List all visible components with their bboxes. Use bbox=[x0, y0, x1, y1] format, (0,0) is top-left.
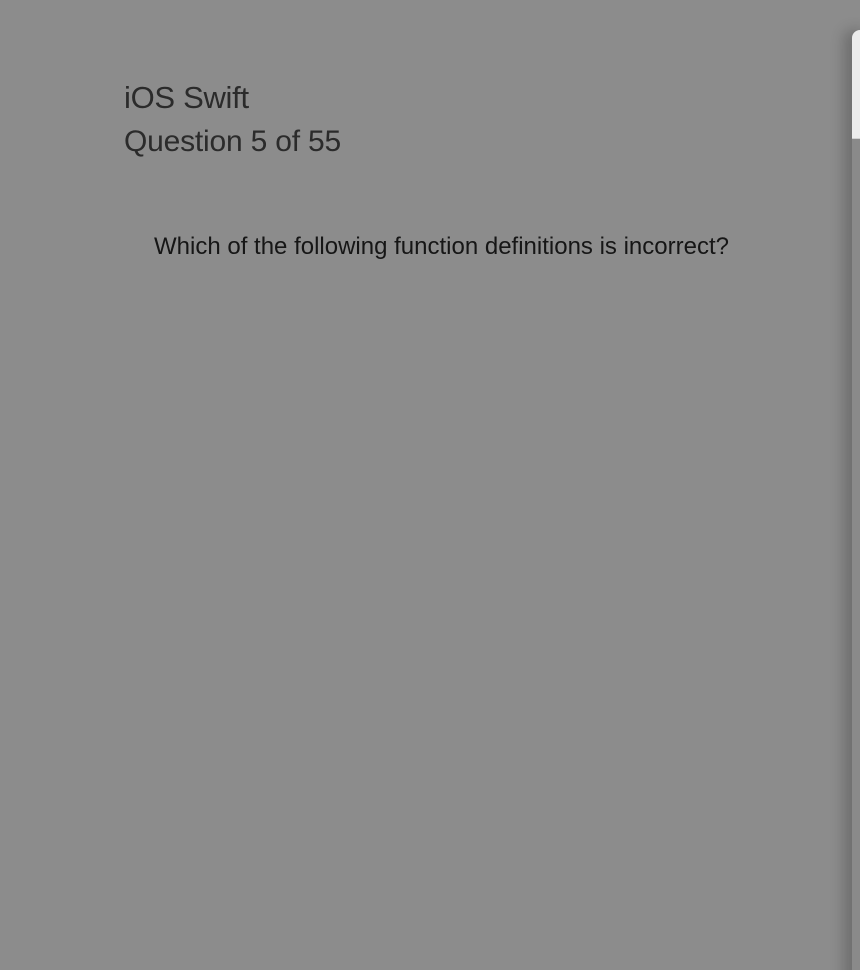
side-panel-header bbox=[852, 30, 860, 139]
course-title: iOS Swift bbox=[124, 80, 249, 115]
side-panel[interactable] bbox=[852, 30, 860, 970]
question-counter: Question 5 of 55 bbox=[124, 125, 341, 158]
quiz-header: iOS Swift Question 5 of 55 bbox=[124, 78, 341, 162]
question-text: Which of the following function definiti… bbox=[154, 233, 729, 260]
